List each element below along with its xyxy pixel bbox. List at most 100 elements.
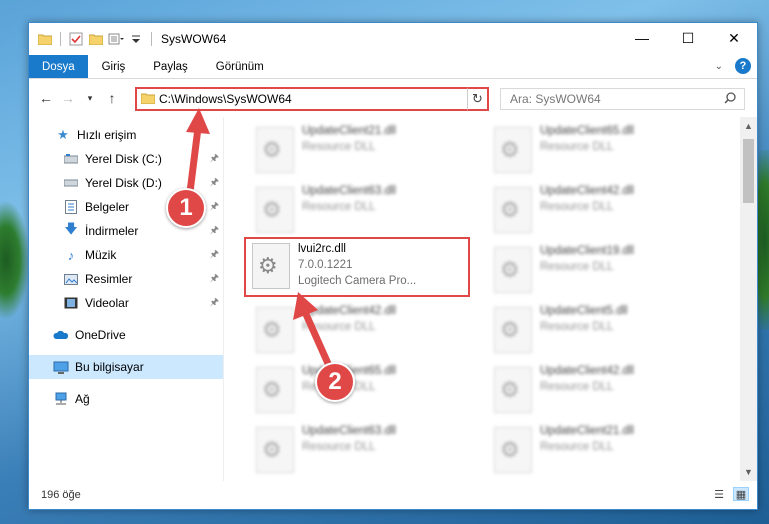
pin-icon[interactable]: 🖈 [210, 295, 219, 312]
nav-this-pc[interactable]: Bu bilgisayar [29, 355, 223, 379]
dll-file-icon: ⚙ [256, 307, 294, 353]
recent-locations-icon[interactable]: ▾ [79, 93, 101, 104]
dll-file-icon: ⚙ [494, 247, 532, 293]
nav-this-pc-label: Bu bilgisayar [75, 360, 144, 374]
scroll-down-icon[interactable]: ▼ [740, 467, 757, 477]
nav-onedrive-label: OneDrive [75, 328, 126, 342]
step-badge-1: 1 [166, 188, 206, 228]
file-description: Resource DLL [302, 441, 376, 453]
search-placeholder: Ara: SysWOW64 [510, 92, 601, 106]
address-bar[interactable]: C:\Windows\SysWOW64 ⌄ [135, 87, 489, 111]
expand-ribbon-icon[interactable]: ⌄ [715, 61, 723, 72]
nav-item-music[interactable]: ♪ Müzik 🖈 [29, 243, 223, 267]
maximize-button[interactable]: ☐ [665, 23, 711, 53]
quick-access-toolbar [29, 31, 155, 47]
file-description: Resource DLL [540, 201, 614, 213]
file-list: ⚙ UpdateClient21.dll Resource DLL ⚙ Updat… [223, 117, 757, 481]
address-path[interactable]: C:\Windows\SysWOW64 [159, 92, 469, 106]
dll-file-icon: ⚙ [494, 187, 532, 233]
videos-icon [63, 295, 79, 311]
pin-icon[interactable]: 🖈 [210, 151, 219, 168]
computer-icon [53, 359, 69, 375]
undo-icon[interactable] [108, 31, 124, 47]
item-count: 196 öğe [41, 489, 81, 501]
file-tile[interactable]: ⚙ UpdateClient63.dll Resource DLL [234, 183, 464, 239]
window-controls: — ☐ ✕ [619, 23, 757, 53]
new-folder-icon[interactable] [88, 31, 104, 47]
pin-icon[interactable]: 🖈 [210, 247, 219, 264]
minimize-button[interactable]: — [619, 23, 665, 53]
tab-home[interactable]: Giriş [88, 55, 140, 78]
pin-icon[interactable]: 🖈 [210, 271, 219, 288]
scroll-up-icon[interactable]: ▲ [740, 121, 757, 131]
file-tile[interactable]: ⚙ UpdateClient5.dll Resource DLL [472, 303, 702, 359]
file-tile[interactable]: ⚙ UpdateClient42.dll Resource DLL [472, 183, 702, 239]
back-arrow-icon[interactable]: ← [35, 90, 57, 106]
large-icons-view-icon[interactable]: ▦ [733, 487, 749, 501]
nav-item-label: Yerel Disk (C:) [85, 152, 162, 166]
vertical-scrollbar[interactable]: ▲ ▼ [740, 117, 757, 481]
file-name: UpdateClient19.dll [540, 245, 634, 257]
file-description: Resource DLL [540, 261, 614, 273]
file-name: UpdateClient42.dll [540, 185, 634, 197]
close-button[interactable]: ✕ [711, 23, 757, 53]
nav-item-label: Belgeler [85, 200, 130, 214]
address-row: ← → ▾ ↑ C:\Windows\SysWOW64 ⌄ ↻ Ara: Sys… [29, 79, 757, 117]
properties-icon[interactable] [68, 31, 84, 47]
star-icon: ★ [57, 127, 69, 142]
search-input[interactable]: Ara: SysWOW64 [500, 88, 745, 110]
dll-file-icon: ⚙ [256, 187, 294, 233]
tab-view[interactable]: Görünüm [202, 55, 278, 78]
downloads-icon: 🡇 [64, 221, 78, 236]
file-name: UpdateClient21.dll [302, 125, 396, 137]
content-area: ★ Hızlı erişim Yerel Disk (C:) 🖈 Yerel D… [29, 117, 757, 481]
file-tile[interactable]: ⚙ UpdateClient19.dll Resource DLL [472, 243, 702, 299]
file-tile[interactable]: ⚙ UpdateClient21.dll Resource DLL [472, 423, 702, 479]
file-tile[interactable]: ⚙ UpdateClient63.dll Resource DLL [234, 423, 464, 479]
customize-qat-icon[interactable] [128, 31, 144, 47]
file-name: UpdateClient42.dll [540, 365, 634, 377]
dll-file-icon: ⚙ [252, 243, 290, 289]
scrollbar-thumb[interactable] [743, 139, 754, 203]
nav-quick-access-label: Hızlı erişim [77, 128, 137, 142]
window-title: SysWOW64 [161, 32, 227, 46]
status-bar: 196 öğe ☰ ▦ [29, 481, 757, 509]
file-tile-lvui2rc[interactable]: ⚙ lvui2rc.dll 7.0.0.1221 Logitech Camera… [244, 237, 470, 297]
pin-icon[interactable]: 🖈 [210, 175, 219, 192]
drive-icon [63, 175, 79, 191]
ribbon-right: ⌄ ? [715, 58, 751, 74]
file-tile[interactable]: ⚙ UpdateClient42.dll Resource DLL [472, 363, 702, 419]
file-name: lvui2rc.dll [298, 243, 346, 255]
file-tile[interactable]: ⚙ UpdateClient65.dll Resource DLL [472, 123, 702, 179]
network-icon [53, 391, 69, 407]
details-view-icon[interactable]: ☰ [711, 487, 727, 501]
pin-icon[interactable]: 🖈 [210, 223, 219, 240]
search-icon [724, 92, 736, 107]
nav-item-pictures[interactable]: Resimler 🖈 [29, 267, 223, 291]
step-badge-2: 2 [315, 362, 355, 402]
dll-file-icon: ⚙ [494, 307, 532, 353]
file-name: UpdateClient65.dll [540, 125, 634, 137]
nav-item-videos[interactable]: Videolar 🖈 [29, 291, 223, 315]
dll-file-icon: ⚙ [494, 427, 532, 473]
up-arrow-icon[interactable]: ↑ [101, 90, 123, 106]
nav-quick-access[interactable]: ★ Hızlı erişim [29, 123, 223, 147]
forward-arrow-icon[interactable]: → [57, 90, 79, 106]
nav-network[interactable]: Ağ [29, 387, 223, 411]
tab-share[interactable]: Paylaş [139, 55, 202, 78]
file-description: Resource DLL [540, 321, 614, 333]
nav-item-label: İndirmeler [85, 224, 139, 238]
nav-onedrive[interactable]: OneDrive [29, 323, 223, 347]
documents-icon [63, 199, 79, 215]
help-icon[interactable]: ? [735, 58, 751, 74]
pin-icon[interactable]: 🖈 [210, 199, 219, 216]
file-tile[interactable]: ⚙ UpdateClient42.dll Resource DLL [234, 303, 464, 359]
tab-file[interactable]: Dosya [29, 55, 88, 78]
explorer-window: SysWOW64 — ☐ ✕ Dosya Giriş Paylaş Görünü… [28, 22, 758, 510]
nav-item-local-disk-c[interactable]: Yerel Disk (C:) 🖈 [29, 147, 223, 171]
file-tile[interactable]: ⚙ UpdateClient21.dll Resource DLL [234, 123, 464, 179]
file-description: Resource DLL [540, 381, 614, 393]
refresh-button[interactable]: ↻ [467, 87, 489, 111]
